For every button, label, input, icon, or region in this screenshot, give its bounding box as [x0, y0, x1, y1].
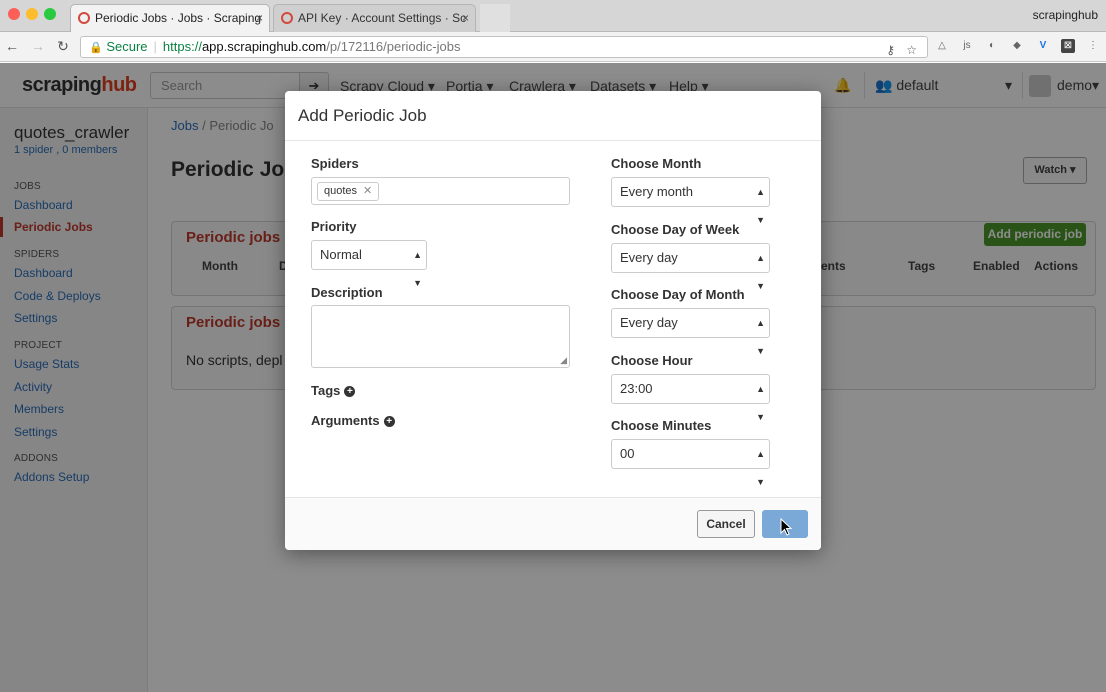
select-arrows-icon: ▲ ▼	[756, 449, 765, 487]
select-arrows-icon: ▲ ▼	[756, 318, 765, 356]
reload-icon[interactable]: ↻	[55, 38, 71, 55]
day-of-month-label: Choose Day of Month	[611, 287, 745, 302]
extension-icon[interactable]: △	[935, 39, 949, 53]
hour-select[interactable]: 23:00 ▲ ▼	[611, 374, 770, 422]
secure-label: Secure	[106, 39, 148, 54]
extension-icon[interactable]: ◆	[1010, 39, 1024, 53]
modal-footer: Cancel	[285, 497, 821, 550]
url-scheme: https://	[162, 39, 202, 54]
day-of-week-label: Choose Day of Week	[611, 222, 740, 237]
select-arrows-icon: ▲ ▼	[413, 250, 422, 288]
add-periodic-job-modal: Add Periodic Job Spiders quotes ✕ Priorit…	[285, 91, 821, 550]
minutes-select[interactable]: 00 ▲ ▼	[611, 439, 770, 487]
select-arrows-icon: ▲ ▼	[756, 253, 765, 291]
select-arrows-icon: ▲ ▼	[756, 384, 765, 422]
description-textarea[interactable]: ◢	[311, 305, 570, 368]
lock-icon: 🔒	[89, 42, 103, 54]
arguments-label[interactable]: Arguments +	[311, 413, 395, 428]
modal-header: Add Periodic Job	[285, 91, 821, 141]
minimize-window-button[interactable]	[26, 8, 38, 20]
tab-title: Periodic Jobs · Jobs · Scraping	[95, 11, 262, 25]
tab-title: API Key · Account Settings · Sc	[298, 11, 467, 25]
remove-chip-icon[interactable]: ✕	[363, 185, 372, 197]
browser-tab-bar: Periodic Jobs · Jobs · Scraping × API Ke…	[0, 0, 1106, 32]
spider-chip: quotes ✕	[317, 182, 380, 201]
add-argument-icon[interactable]: +	[383, 416, 395, 428]
forward-arrow-icon[interactable]: →	[30, 38, 46, 54]
v-extension-icon[interactable]: V	[1036, 39, 1050, 53]
mouse-cursor-icon	[780, 518, 792, 536]
month-label: Choose Month	[611, 156, 702, 171]
cancel-button[interactable]: Cancel	[697, 510, 755, 538]
priority-label: Priority	[311, 219, 357, 234]
bookmark-star-icon[interactable]: ☆	[906, 40, 917, 60]
tags-label[interactable]: Tags +	[311, 383, 356, 398]
extension-icon[interactable]: ◐	[985, 39, 999, 53]
resize-grip-icon[interactable]: ◢	[560, 355, 567, 366]
spiders-input[interactable]: quotes ✕	[311, 177, 570, 205]
description-label: Description	[311, 285, 383, 300]
key-icon[interactable]: ⚷	[886, 40, 895, 60]
maximize-window-button[interactable]	[44, 8, 56, 20]
day-of-month-select[interactable]: Every day ▲ ▼	[611, 308, 770, 356]
modal-title: Add Periodic Job	[298, 106, 427, 125]
select-arrows-icon: ▲ ▼	[756, 187, 765, 225]
month-select[interactable]: Every month ▲ ▼	[611, 177, 770, 225]
close-tab-icon[interactable]: ×	[462, 5, 469, 31]
close-window-button[interactable]	[8, 8, 20, 20]
new-tab-button[interactable]	[480, 4, 510, 32]
scrapinghub-favicon-icon	[78, 12, 90, 24]
scrapinghub-favicon-icon	[281, 12, 293, 24]
extension-icon[interactable]: ⊠	[1061, 39, 1075, 53]
spiders-label: Spiders	[311, 156, 359, 171]
add-tag-icon[interactable]: +	[344, 386, 356, 398]
hour-label: Choose Hour	[611, 353, 693, 368]
js-extension-icon[interactable]: js	[960, 39, 974, 53]
back-arrow-icon[interactable]: ←	[4, 38, 20, 54]
address-bar[interactable]: 🔒 Secure | https://app.scrapinghub.com/p/1…	[80, 36, 928, 58]
close-tab-icon[interactable]: ×	[256, 5, 263, 31]
browser-toolbar: ← → ↻ 🔒 Secure | https://app.scrapinghub.c…	[0, 32, 1106, 62]
minutes-label: Choose Minutes	[611, 418, 712, 433]
tab-api-key[interactable]: API Key · Account Settings · Sc ×	[273, 4, 476, 32]
browser-profile-name[interactable]: scrapinghub	[1033, 8, 1098, 22]
url-path: /p/172116/periodic-jobs	[326, 39, 461, 54]
url-host: app.scrapinghub.com	[201, 39, 327, 54]
priority-select[interactable]: Normal ▲ ▼	[311, 240, 427, 288]
menu-icon[interactable]: ⋮	[1086, 39, 1100, 53]
day-of-week-select[interactable]: Every day ▲ ▼	[611, 243, 770, 291]
tab-periodic-jobs[interactable]: Periodic Jobs · Jobs · Scraping ×	[70, 4, 270, 32]
